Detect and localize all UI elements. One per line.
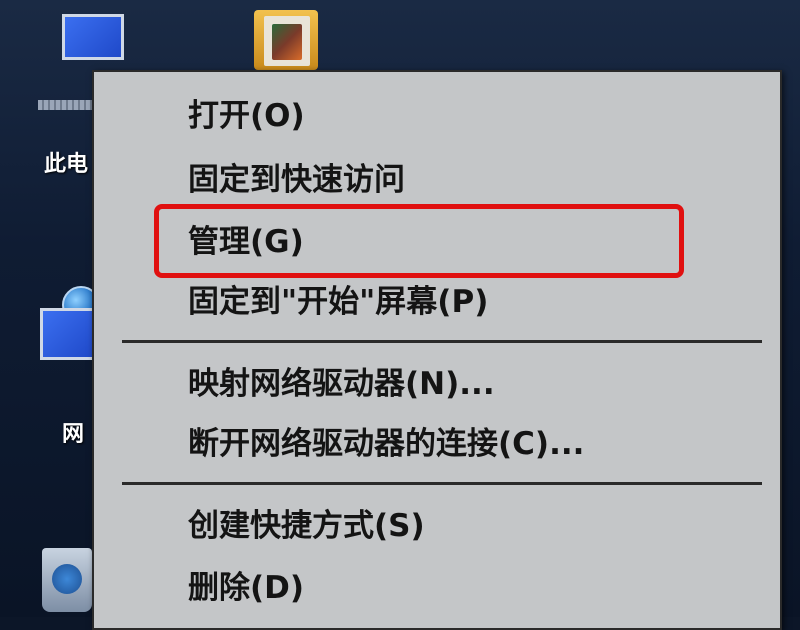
menu-separator (122, 340, 762, 343)
desktop-label-network: 网 (62, 422, 85, 447)
folder-icon[interactable] (254, 10, 318, 70)
network-monitor-icon (40, 308, 96, 360)
menu-item-open[interactable]: 打开(O) (188, 96, 305, 136)
menu-item-create-shortcut[interactable]: 创建快捷方式(S) (188, 506, 425, 546)
menu-item-pin-start[interactable]: 固定到"开始"屏幕(P) (188, 282, 488, 322)
picture-icon (272, 24, 302, 60)
menu-item-delete[interactable]: 删除(D) (188, 568, 304, 608)
menu-item-pin-quick-access[interactable]: 固定到快速访问 (188, 160, 405, 200)
monitor-screen-icon (62, 14, 124, 60)
network-icon[interactable] (40, 308, 100, 388)
desktop-label-this-pc: 此电 (44, 152, 89, 177)
context-menu: 打开(O) 固定到快速访问 管理(G) 固定到"开始"屏幕(P) 映射网络驱动器… (92, 70, 782, 630)
menu-item-map-drive[interactable]: 映射网络驱动器(N)... (188, 364, 495, 404)
monitor-stand-icon (38, 100, 98, 110)
menu-separator (122, 482, 762, 485)
recycle-symbol-icon (52, 564, 82, 594)
menu-item-disconnect-drive[interactable]: 断开网络驱动器的连接(C)... (188, 424, 584, 464)
highlight-box (154, 204, 684, 278)
recycle-bin-icon[interactable] (42, 548, 92, 612)
